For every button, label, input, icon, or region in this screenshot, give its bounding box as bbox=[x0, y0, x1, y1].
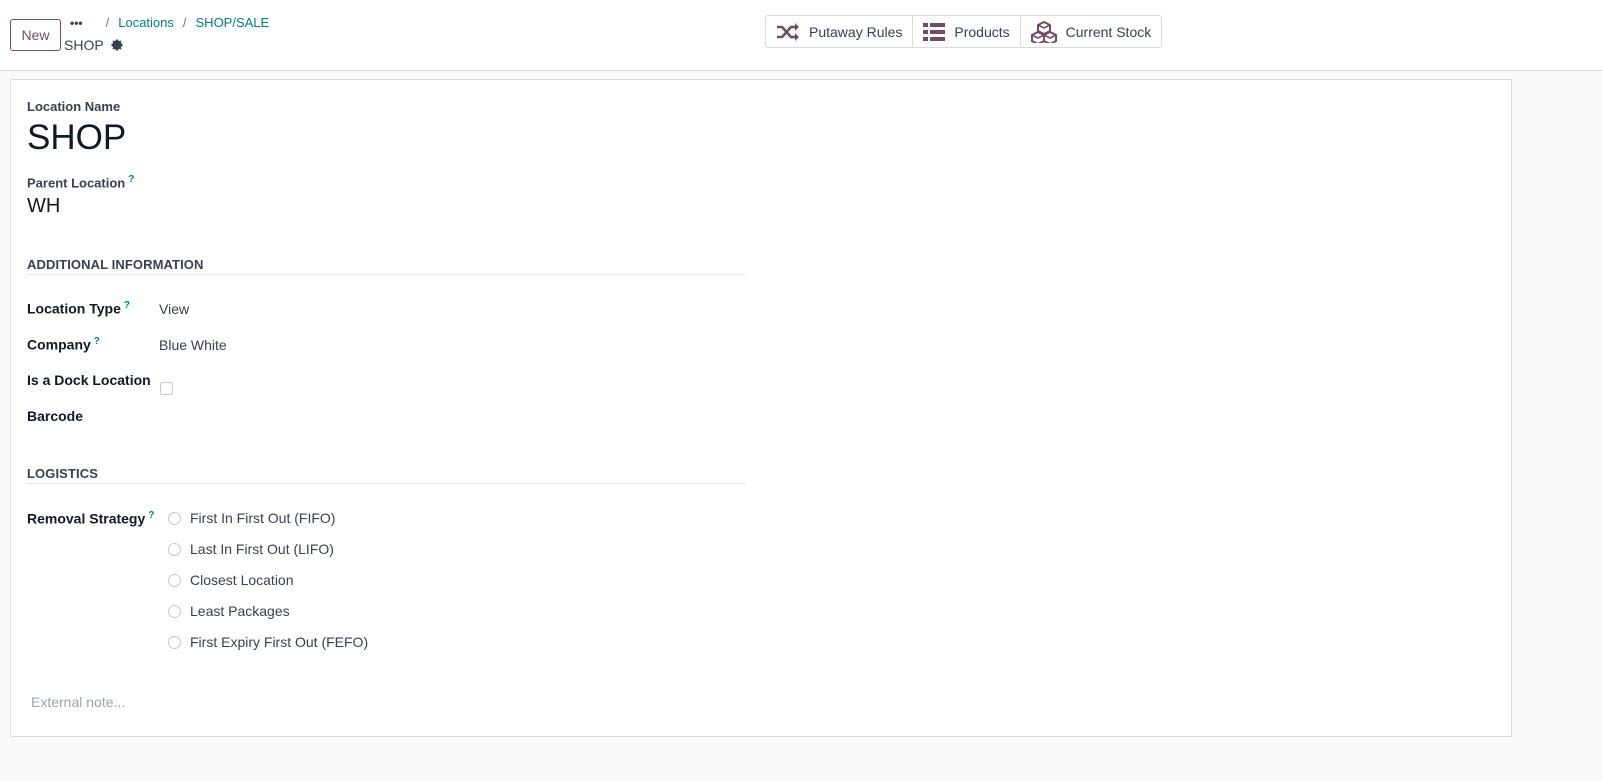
section-additional-information: ADDITIONAL INFORMATION bbox=[27, 257, 746, 275]
parent-location-input[interactable]: WH bbox=[27, 195, 60, 218]
location-name-input[interactable]: SHOP bbox=[27, 118, 126, 158]
breadcrumb-separator: / bbox=[105, 15, 110, 30]
record-title-text: SHOP bbox=[64, 37, 104, 53]
new-button[interactable]: New bbox=[10, 19, 61, 51]
breadcrumb-more-button[interactable]: ••• bbox=[70, 16, 83, 30]
record-title: SHOP bbox=[64, 37, 124, 53]
location-type-label: Location Type? bbox=[27, 300, 130, 317]
radio-button[interactable] bbox=[168, 604, 181, 618]
help-tooltip-icon[interactable]: ? bbox=[124, 300, 130, 311]
external-note-input[interactable]: External note... bbox=[31, 694, 125, 710]
breadcrumb-item-locations[interactable]: Locations bbox=[118, 15, 174, 30]
form-sheet: Location Name SHOP Parent Location? WH A… bbox=[10, 79, 1512, 737]
smart-buttons: Putaway Rules Products Current Stock bbox=[765, 15, 1163, 48]
radio-option-fefo[interactable]: First Expiry First Out (FEFO) bbox=[168, 634, 368, 650]
removal-strategy-label: Removal Strategy? bbox=[27, 510, 155, 527]
location-type-select[interactable]: View bbox=[159, 301, 189, 317]
radio-button[interactable] bbox=[168, 573, 181, 587]
company-input[interactable]: Blue White bbox=[159, 337, 227, 353]
parent-location-label: Parent Location? bbox=[27, 174, 135, 191]
breadcrumb-separator: / bbox=[182, 15, 187, 30]
current-stock-button[interactable]: Current Stock bbox=[1021, 16, 1162, 47]
gear-icon[interactable] bbox=[110, 38, 124, 52]
radio-button[interactable] bbox=[168, 511, 181, 525]
current-stock-label: Current Stock bbox=[1065, 23, 1152, 40]
putaway-rules-button[interactable]: Putaway Rules bbox=[766, 16, 914, 47]
barcode-label: Barcode bbox=[27, 408, 84, 424]
radio-option-fifo[interactable]: First In First Out (FIFO) bbox=[168, 510, 335, 526]
help-tooltip-icon[interactable]: ? bbox=[94, 336, 100, 347]
breadcrumb-item-shop-sale[interactable]: SHOP/SALE bbox=[196, 15, 270, 30]
cubes-icon bbox=[1030, 20, 1057, 43]
radio-button[interactable] bbox=[168, 635, 181, 649]
control-panel: New ••• / Locations / SHOP/SALE SHOP Put… bbox=[0, 0, 1602, 71]
dock-location-label: Is a Dock Location bbox=[27, 372, 151, 388]
products-button[interactable]: Products bbox=[913, 16, 1021, 47]
help-tooltip-icon[interactable]: ? bbox=[148, 510, 154, 521]
shuffle-icon bbox=[777, 22, 799, 41]
putaway-rules-label: Putaway Rules bbox=[809, 23, 903, 40]
list-icon bbox=[923, 22, 946, 41]
help-tooltip-icon[interactable]: ? bbox=[128, 174, 134, 185]
location-name-label: Location Name bbox=[27, 99, 121, 114]
products-label: Products bbox=[954, 23, 1010, 40]
radio-option-lifo[interactable]: Last In First Out (LIFO) bbox=[168, 541, 334, 557]
radio-button[interactable] bbox=[168, 542, 181, 556]
company-label: Company? bbox=[27, 336, 100, 353]
section-logistics: LOGISTICS bbox=[27, 466, 746, 484]
radio-option-least-packages[interactable]: Least Packages bbox=[168, 603, 290, 619]
dock-location-checkbox[interactable] bbox=[160, 382, 173, 395]
breadcrumb: ••• / Locations / SHOP/SALE bbox=[70, 15, 269, 30]
radio-option-closest[interactable]: Closest Location bbox=[168, 572, 294, 588]
